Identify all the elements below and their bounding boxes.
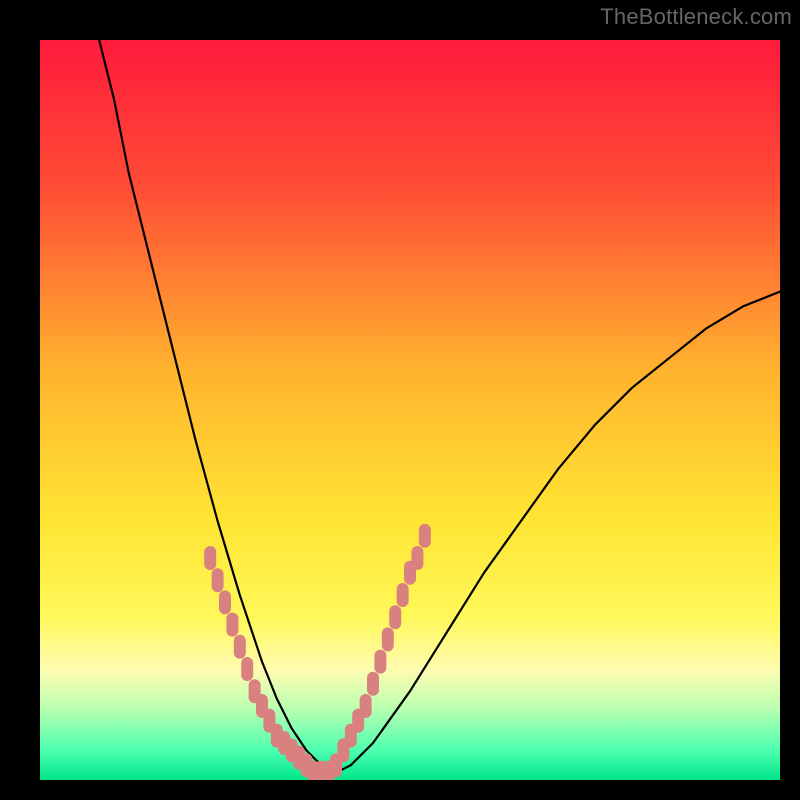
data-point xyxy=(212,568,224,592)
data-point xyxy=(374,650,386,674)
data-point xyxy=(389,605,401,629)
chart-svg xyxy=(40,40,780,780)
data-point xyxy=(226,613,238,637)
data-point xyxy=(367,672,379,696)
data-point xyxy=(411,546,423,570)
data-point xyxy=(219,590,231,614)
plot-area xyxy=(40,40,780,780)
watermark-text: TheBottleneck.com xyxy=(600,4,792,30)
data-point xyxy=(419,524,431,548)
data-point xyxy=(204,546,216,570)
data-point xyxy=(397,583,409,607)
chart-frame: TheBottleneck.com xyxy=(0,0,800,800)
data-point xyxy=(382,627,394,651)
data-point xyxy=(234,635,246,659)
gradient-background xyxy=(40,40,780,780)
data-point xyxy=(241,657,253,681)
data-point xyxy=(360,694,372,718)
